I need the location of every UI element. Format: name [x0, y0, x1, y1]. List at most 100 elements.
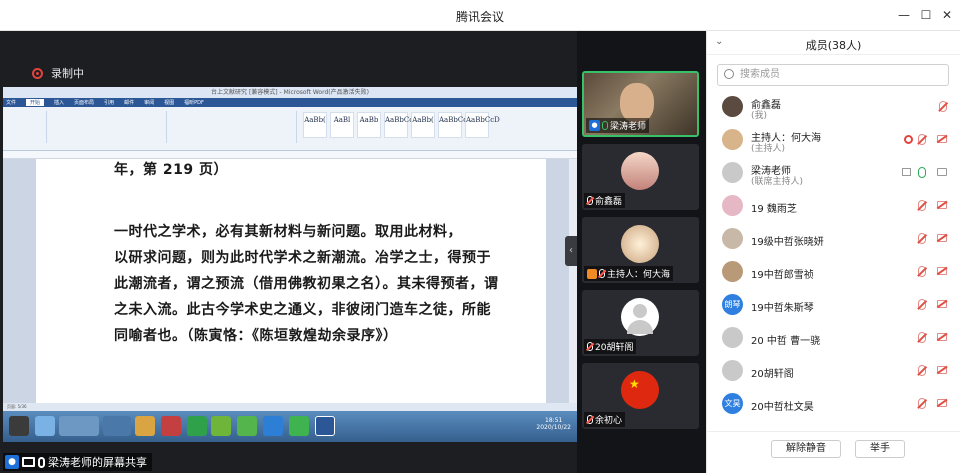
- maximize-icon[interactable]: ☐: [918, 7, 934, 23]
- camera-off-icon[interactable]: [937, 399, 947, 407]
- camera-off-icon[interactable]: [937, 201, 947, 209]
- document-area: 年，第 219 页） 一时代之学术，必有其新材料与新问题。取用此材料， 以研求问…: [3, 159, 577, 403]
- word-ruler: [3, 151, 577, 159]
- member-role: (主持人): [751, 144, 786, 154]
- minimize-icon[interactable]: —: [896, 7, 912, 23]
- mic-icon[interactable]: [918, 167, 926, 178]
- doc-line: 同喻者也。（陈寅恪：《陈垣敦煌劫余录序》）: [114, 328, 398, 344]
- member-row[interactable]: 20 中哲 曹一骁: [707, 321, 960, 354]
- mic-muted-icon: [587, 415, 593, 424]
- avatar: [722, 96, 743, 117]
- video-label: ● 梁涛老师: [586, 118, 650, 133]
- mic-muted-icon[interactable]: [918, 299, 926, 310]
- video-name: 主持人：何大海: [607, 270, 671, 280]
- mic-muted-icon[interactable]: [918, 200, 926, 211]
- avatar: [722, 327, 743, 348]
- person-icon: ●: [5, 455, 19, 469]
- member-role: (联席主持人): [751, 177, 804, 187]
- mic-muted-icon[interactable]: [918, 365, 926, 376]
- video-name: 俞鑫磊: [595, 197, 623, 207]
- avatar: [722, 228, 743, 249]
- mic-icon: [602, 121, 608, 130]
- video-label: 俞鑫磊: [584, 193, 626, 208]
- video-tile[interactable]: 俞鑫磊: [582, 144, 699, 210]
- member-name: 19 魏雨芝: [751, 204, 797, 215]
- mic-muted-icon[interactable]: [918, 134, 926, 145]
- word-menu-bar: 文件 开始 插入 页面布局 引用 邮件 审阅 视图 福昕PDF: [3, 98, 577, 107]
- shared-word-window: 台上文献研究 [兼容模式] - Microsoft Word(产品激活失败) 文…: [3, 87, 577, 442]
- camera-off-icon[interactable]: [937, 366, 947, 374]
- word-status-bar: 页面: 5/36: [3, 403, 577, 411]
- camera-off-icon[interactable]: [937, 135, 947, 143]
- style-swatch: AaBbCcD: [465, 112, 500, 138]
- tencent-meeting-icon: [263, 416, 283, 436]
- doc-line: 年，第 219 页）: [114, 162, 228, 178]
- default-avatar-body: [627, 320, 653, 334]
- styles-gallery: AaBb( AaBl AaBb AaBbCc AaBb( AaBbCcD AaB…: [303, 112, 500, 138]
- style-swatch: AaBl: [330, 112, 354, 138]
- video-tile[interactable]: 20胡轩阁: [582, 290, 699, 356]
- camera-icon[interactable]: [937, 168, 947, 176]
- camera-off-icon[interactable]: [937, 267, 947, 275]
- video-tile[interactable]: ★ 余初心: [582, 363, 699, 429]
- mic-muted-icon[interactable]: [918, 233, 926, 244]
- member-row[interactable]: 梁涛老师 (联席主持人): [707, 156, 960, 189]
- screen-share-icon: [902, 168, 911, 176]
- screen-share-label: ● 梁涛老师的屏幕共享: [3, 453, 152, 471]
- video-column: ● 梁涛老师 俞鑫磊 主持人：何大海 20胡轩阁 ★ 余初心: [577, 31, 706, 473]
- record-icon: [32, 67, 43, 79]
- member-row[interactable]: 俞鑫磊 (我): [707, 90, 960, 123]
- camera-off-icon[interactable]: [937, 300, 947, 308]
- style-swatch: AaBb(: [303, 112, 327, 138]
- word-menu-item: 邮件: [124, 100, 135, 106]
- doc-line: 此潮流者，谓之预流（借用佛教初果之名）。其未得预者，谓: [114, 276, 499, 292]
- document-page: 年，第 219 页） 一时代之学术，必有其新材料与新问题。取用此材料， 以研求问…: [36, 159, 546, 403]
- taskbar-app: [103, 416, 131, 436]
- host-icon: [587, 268, 597, 279]
- app-icon: [161, 416, 181, 436]
- word-menu-item: 插入: [54, 100, 65, 106]
- mic-muted-icon[interactable]: [939, 101, 947, 112]
- word-menu-item: 视图: [164, 100, 175, 106]
- page-number: 页面: 5/36: [7, 404, 27, 409]
- collapse-video-handle[interactable]: ‹: [565, 236, 577, 266]
- recording-indicator: 录制中: [32, 65, 84, 81]
- member-row[interactable]: 20胡轩阁: [707, 354, 960, 387]
- panel-footer: 解除静音 举手: [707, 431, 960, 473]
- member-search-input[interactable]: 搜索成员: [717, 64, 949, 86]
- member-row[interactable]: 主持人：何大海 (主持人): [707, 123, 960, 156]
- mic-muted-icon[interactable]: [918, 332, 926, 343]
- member-row[interactable]: 文昊 20中哲杜文昊: [707, 387, 960, 420]
- video-label: 20胡轩阁: [584, 339, 637, 354]
- raise-hand-button[interactable]: 举手: [855, 440, 905, 458]
- doc-line: 以研求问题，则为此时代学术之新潮流。冶学之士，得预于: [114, 250, 491, 266]
- participant-face: [620, 83, 654, 123]
- member-row[interactable]: 朗琴 19中哲朱斯琴: [707, 288, 960, 321]
- camera-off-icon[interactable]: [937, 333, 947, 341]
- member-name: 20 中哲 曹一骁: [751, 336, 821, 347]
- avatar: [722, 162, 743, 183]
- taskbar-app: [59, 416, 99, 436]
- app-icon: [187, 416, 207, 436]
- close-icon[interactable]: ✕: [939, 7, 955, 23]
- mic-muted-icon[interactable]: [918, 398, 926, 409]
- mic-muted-icon[interactable]: [918, 266, 926, 277]
- member-role: (我): [751, 111, 768, 121]
- video-label: 余初心: [584, 412, 626, 427]
- member-row[interactable]: 19 魏雨芝: [707, 189, 960, 222]
- camera-off-icon[interactable]: [937, 234, 947, 242]
- members-panel: ⌄ 成员(38人) 搜索成员 俞鑫磊 (我) 主持人：何大海 (主持人) 梁涛老…: [706, 31, 960, 473]
- screen-share-owner: 梁涛老师的屏幕共享: [48, 456, 147, 469]
- video-tile[interactable]: 主持人：何大海: [582, 217, 699, 283]
- member-name: 19中哲朱斯琴: [751, 303, 814, 314]
- avatar: ★: [621, 371, 659, 409]
- style-swatch: AaBb(: [411, 112, 435, 138]
- paragraph-group: [169, 111, 297, 143]
- unmute-all-button[interactable]: 解除静音: [771, 440, 841, 458]
- folder-icon: [135, 416, 155, 436]
- member-row[interactable]: 19级中哲张晓妍: [707, 222, 960, 255]
- member-row[interactable]: 19中哲郎雪祯: [707, 255, 960, 288]
- video-tile[interactable]: ● 梁涛老师: [582, 71, 699, 137]
- member-name: 19级中哲张晓妍: [751, 237, 824, 248]
- mic-muted-icon: [587, 196, 593, 205]
